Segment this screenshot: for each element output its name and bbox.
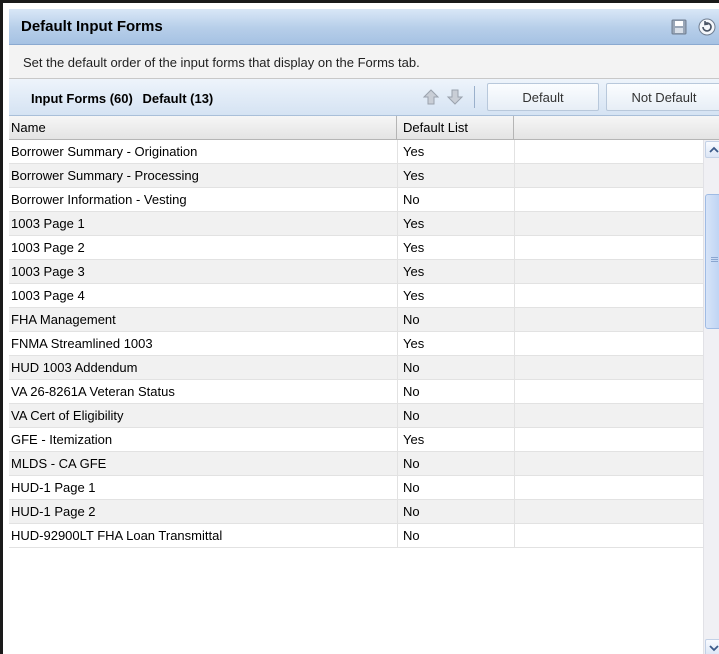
- form-name-cell: FNMA Streamlined 1003: [11, 336, 153, 351]
- form-name-cell: VA 26-8261A Veteran Status: [11, 384, 175, 399]
- table-row[interactable]: HUD-1 Page 2 No: [9, 500, 703, 524]
- default-list-cell: No: [403, 360, 420, 375]
- form-name-cell: 1003 Page 2: [11, 240, 85, 255]
- default-count: Default (13): [142, 91, 214, 106]
- table-row[interactable]: Borrower Summary - Origination Yes: [9, 140, 703, 164]
- form-name-cell: MLDS - CA GFE: [11, 456, 107, 471]
- table-row[interactable]: 1003 Page 2 Yes: [9, 236, 703, 260]
- input-forms-count: Input Forms (60): [31, 91, 133, 106]
- table-row[interactable]: 1003 Page 4 Yes: [9, 284, 703, 308]
- scrollbar-thumb[interactable]: [705, 194, 719, 329]
- form-name-cell: HUD 1003 Addendum: [11, 360, 138, 375]
- scroll-up-icon[interactable]: [705, 141, 719, 158]
- default-list-cell: No: [403, 456, 420, 471]
- table-row[interactable]: Borrower Information - Vesting No: [9, 188, 703, 212]
- description-bar: Set the default order of the input forms…: [9, 45, 719, 79]
- not-default-button[interactable]: Not Default: [606, 83, 719, 111]
- table-row[interactable]: HUD-1 Page 1 No: [9, 476, 703, 500]
- default-button[interactable]: Default: [487, 83, 599, 111]
- default-list-cell: Yes: [403, 336, 425, 351]
- default-list-cell: Yes: [403, 240, 425, 255]
- form-name-cell: HUD-92900LT FHA Loan Transmittal: [11, 528, 223, 543]
- column-header-default-list[interactable]: Default List: [397, 116, 514, 139]
- form-name-cell: 1003 Page 3: [11, 264, 85, 279]
- arrow-down-icon[interactable]: [446, 88, 464, 106]
- table-row[interactable]: HUD-92900LT FHA Loan Transmittal No: [9, 524, 703, 548]
- form-name-cell: Borrower Information - Vesting: [11, 192, 187, 207]
- table-row[interactable]: VA Cert of Eligibility No: [9, 404, 703, 428]
- forms-toolbar: Input Forms (60) Default (13) Default No…: [9, 79, 719, 116]
- scroll-down-icon[interactable]: [705, 639, 719, 654]
- arrow-up-icon[interactable]: [422, 88, 440, 106]
- table-row[interactable]: VA 26-8261A Veteran Status No: [9, 380, 703, 404]
- toolbar-heading: Input Forms (60) Default (13): [31, 91, 213, 106]
- default-list-cell: No: [403, 384, 420, 399]
- default-input-forms-window: Default Input Forms Set the default orde…: [0, 0, 719, 654]
- column-header: Name Default List: [9, 116, 719, 140]
- default-list-cell: Yes: [403, 144, 425, 159]
- default-list-cell: No: [403, 312, 420, 327]
- column-header-name[interactable]: Name: [9, 116, 397, 139]
- form-name-cell: HUD-1 Page 1: [11, 480, 96, 495]
- form-name-cell: 1003 Page 4: [11, 288, 85, 303]
- form-name-cell: HUD-1 Page 2: [11, 504, 96, 519]
- table-row[interactable]: GFE - Itemization Yes: [9, 428, 703, 452]
- table-row[interactable]: 1003 Page 3 Yes: [9, 260, 703, 284]
- default-list-cell: Yes: [403, 264, 425, 279]
- form-name-cell: Borrower Summary - Origination: [11, 144, 198, 159]
- form-name-cell: Borrower Summary - Processing: [11, 168, 199, 183]
- default-list-cell: Yes: [403, 288, 425, 303]
- form-name-cell: 1003 Page 1: [11, 216, 85, 231]
- window-title: Default Input Forms: [21, 18, 163, 35]
- default-list-cell: No: [403, 480, 420, 495]
- default-list-cell: No: [403, 504, 420, 519]
- description-text: Set the default order of the input forms…: [23, 55, 420, 70]
- toolbar-separator: [474, 86, 475, 108]
- refresh-icon[interactable]: [696, 17, 718, 37]
- table-row[interactable]: FHA Management No: [9, 308, 703, 332]
- table-row[interactable]: HUD 1003 Addendum No: [9, 356, 703, 380]
- default-list-cell: No: [403, 408, 420, 423]
- vertical-scrollbar[interactable]: [703, 140, 719, 654]
- default-list-cell: Yes: [403, 432, 425, 447]
- table-row[interactable]: 1003 Page 1 Yes: [9, 212, 703, 236]
- forms-grid: Borrower Summary - Origination Yes Borrowe…: [9, 140, 703, 654]
- default-list-cell: No: [403, 528, 420, 543]
- table-row[interactable]: FNMA Streamlined 1003 Yes: [9, 332, 703, 356]
- form-name-cell: FHA Management: [11, 312, 116, 327]
- title-bar: Default Input Forms: [9, 9, 719, 45]
- table-row[interactable]: MLDS - CA GFE No: [9, 452, 703, 476]
- default-list-cell: No: [403, 192, 420, 207]
- default-list-cell: Yes: [403, 216, 425, 231]
- form-name-cell: VA Cert of Eligibility: [11, 408, 124, 423]
- table-row[interactable]: Borrower Summary - Processing Yes: [9, 164, 703, 188]
- form-name-cell: GFE - Itemization: [11, 432, 113, 447]
- default-list-cell: Yes: [403, 168, 425, 183]
- save-icon[interactable]: [668, 17, 690, 37]
